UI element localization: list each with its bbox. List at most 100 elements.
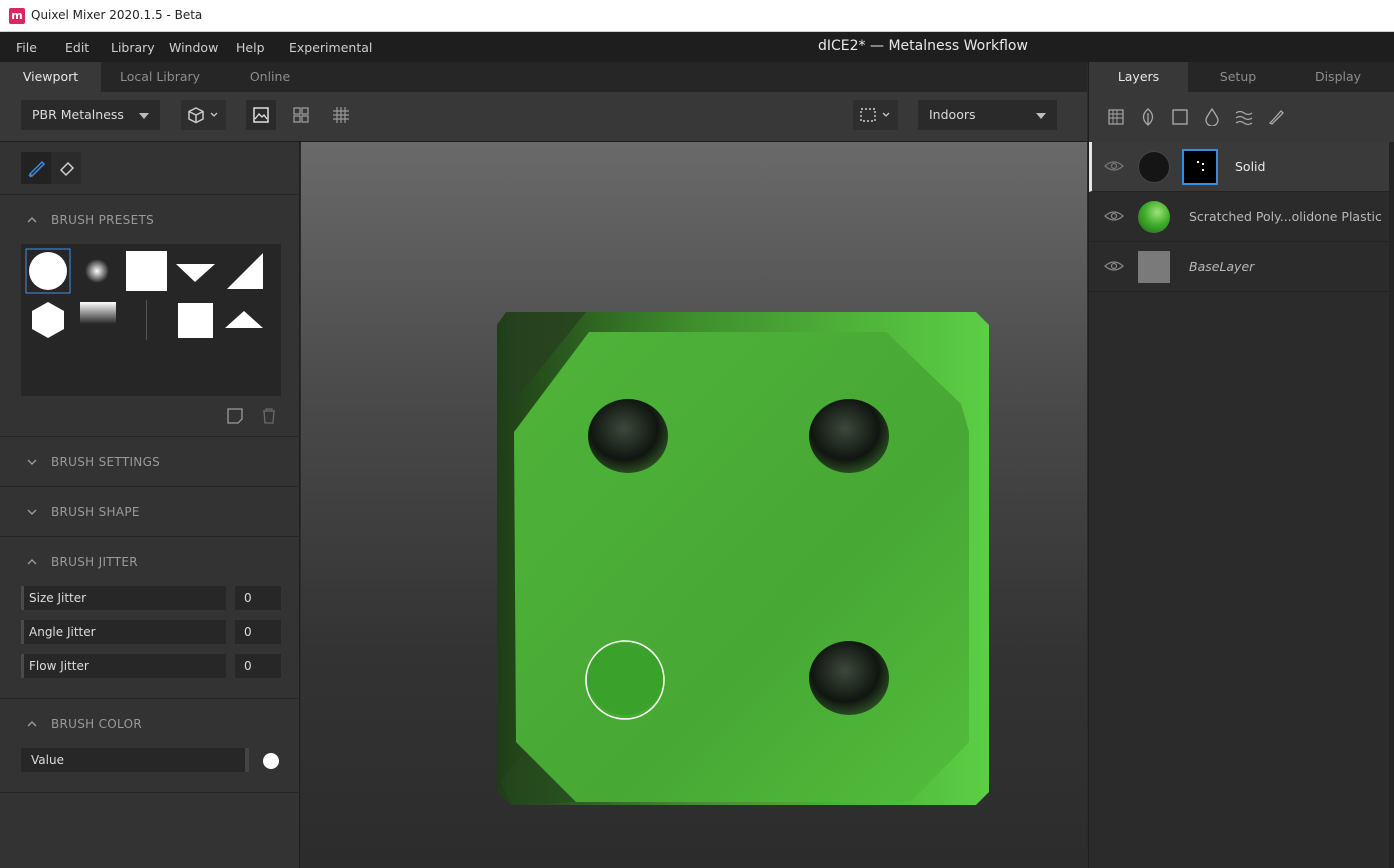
view-split-button[interactable] xyxy=(286,100,316,130)
angle-jitter-slider[interactable]: Angle Jitter xyxy=(21,620,226,644)
menu-bar: File Edit Library Window Help Experiment… xyxy=(0,32,1394,62)
flow-jitter-input[interactable]: 0 xyxy=(235,654,281,678)
menu-file[interactable]: File xyxy=(16,40,37,55)
tab-layers[interactable]: Layers xyxy=(1089,62,1188,92)
new-preset-icon[interactable] xyxy=(226,407,244,425)
menu-edit[interactable]: Edit xyxy=(65,40,89,55)
layer-thumbnail xyxy=(1138,151,1170,183)
brush-presets-grid xyxy=(21,244,281,396)
chevron-down-icon xyxy=(139,113,149,119)
size-jitter-row: Size Jitter 0 xyxy=(21,586,281,610)
main-tabs: Viewport Local Library Online xyxy=(0,62,1087,92)
3d-viewport[interactable] xyxy=(301,142,1087,868)
layer-name: BaseLayer xyxy=(1189,259,1255,274)
eye-icon[interactable] xyxy=(1104,259,1124,273)
selection-mode-button[interactable] xyxy=(853,100,898,130)
brush-preset-triangle-up xyxy=(225,311,263,328)
layer-name: Scratched Poly...olidone Plastic xyxy=(1189,209,1382,224)
layer-name: Solid xyxy=(1235,159,1266,174)
angle-jitter-row: Angle Jitter 0 xyxy=(21,620,281,644)
dice-render xyxy=(497,312,989,805)
viewport-toolbar: PBR Metalness Indoors xyxy=(0,92,1087,142)
environment-dropdown[interactable]: Indoors xyxy=(918,100,1057,130)
brush-settings-header[interactable]: BRUSH SETTINGS xyxy=(0,436,300,486)
window-title: Quixel Mixer 2020.1.5 - Beta xyxy=(31,8,203,22)
mesh-select-button[interactable] xyxy=(181,100,226,130)
pip-bottom-left-painted xyxy=(587,643,663,715)
tab-viewport[interactable]: Viewport xyxy=(0,62,101,92)
grid-four-icon xyxy=(293,107,309,123)
angle-jitter-input[interactable]: 0 xyxy=(235,620,281,644)
size-jitter-slider[interactable]: Size Jitter xyxy=(21,586,226,610)
flow-jitter-slider[interactable]: Flow Jitter xyxy=(21,654,226,678)
layer-toolbar xyxy=(1089,92,1394,142)
tab-local-library[interactable]: Local Library xyxy=(101,62,219,92)
layer-solid[interactable]: Solid xyxy=(1089,142,1389,192)
layer-baselayer[interactable]: BaseLayer xyxy=(1089,242,1389,292)
brush-preset-shapes xyxy=(25,248,263,340)
render-mode-dropdown[interactable]: PBR Metalness xyxy=(21,100,160,130)
paint-layer-icon[interactable] xyxy=(1267,108,1285,126)
layers-panel: Layers Setup Display Solid Scratched Pol… xyxy=(1088,62,1394,868)
grid-toggle-button[interactable] xyxy=(326,100,356,130)
brush-tool-group xyxy=(21,152,81,184)
section-title: BRUSH SETTINGS xyxy=(51,455,161,469)
menu-library[interactable]: Library xyxy=(111,40,155,55)
environment-value: Indoors xyxy=(929,107,976,122)
brush-preset-hexagon xyxy=(32,302,64,338)
menu-experimental[interactable]: Experimental xyxy=(289,40,372,55)
brush-icon xyxy=(28,160,46,178)
right-tabs: Layers Setup Display xyxy=(1089,62,1394,92)
cube-icon xyxy=(188,107,218,124)
window-titlebar: m Quixel Mixer 2020.1.5 - Beta xyxy=(0,0,1394,32)
tab-display[interactable]: Display xyxy=(1288,62,1388,92)
paint-brush-button[interactable] xyxy=(21,152,51,184)
size-jitter-input[interactable]: 0 xyxy=(235,586,281,610)
pip-bottom-right xyxy=(809,641,889,715)
document-title: dICE2* — Metalness Workflow xyxy=(818,38,1028,54)
image-view-icon xyxy=(253,107,269,123)
section-title: BRUSH COLOR xyxy=(51,717,142,731)
section-title: BRUSH SHAPE xyxy=(51,505,140,519)
brush-preset-circle xyxy=(29,252,67,290)
eye-icon[interactable] xyxy=(1104,209,1124,223)
drop-icon[interactable] xyxy=(1203,108,1221,126)
color-value-slider[interactable]: Value xyxy=(21,748,249,772)
brush-jitter-header[interactable]: BRUSH JITTER xyxy=(0,536,300,586)
brush-preset-gradient xyxy=(80,302,116,324)
flow-jitter-row: Flow Jitter 0 xyxy=(21,654,281,678)
menu-window[interactable]: Window xyxy=(169,40,218,55)
tab-online[interactable]: Online xyxy=(220,62,320,92)
solid-layer-icon[interactable] xyxy=(1171,108,1189,126)
brush-presets-header[interactable]: BRUSH PRESETS xyxy=(0,194,300,244)
brush-color-header[interactable]: BRUSH COLOR xyxy=(0,698,300,748)
leaf-icon[interactable] xyxy=(1139,108,1157,126)
trash-icon[interactable] xyxy=(261,407,277,425)
render-mode-value: PBR Metalness xyxy=(32,107,124,122)
brush-preset-wedge xyxy=(227,253,263,289)
layer-mask-thumbnail[interactable] xyxy=(1182,149,1218,185)
marquee-select-icon xyxy=(860,108,890,122)
brush-preset-triangle-down xyxy=(176,264,215,282)
layer-material-thumbnail xyxy=(1138,201,1170,233)
chevron-down-icon xyxy=(1036,113,1046,119)
eraser-icon xyxy=(59,161,75,177)
eye-icon[interactable] xyxy=(1104,159,1124,173)
menu-help[interactable]: Help xyxy=(236,40,265,55)
layers-scrollbar[interactable] xyxy=(1389,142,1394,868)
divider xyxy=(0,792,300,793)
pip-top-left xyxy=(588,399,668,473)
tab-setup[interactable]: Setup xyxy=(1188,62,1288,92)
wave-icon[interactable] xyxy=(1235,108,1253,126)
brush-preset-line xyxy=(146,300,147,340)
layer-scratched-plastic[interactable]: Scratched Poly...olidone Plastic xyxy=(1089,192,1389,242)
eraser-button[interactable] xyxy=(51,152,81,184)
color-swatch[interactable] xyxy=(263,753,279,769)
brush-preset-square-small xyxy=(178,303,213,338)
section-title: BRUSH PRESETS xyxy=(51,213,155,227)
chevron-up-icon xyxy=(27,217,37,223)
brush-shape-header[interactable]: BRUSH SHAPE xyxy=(0,486,300,536)
grid-icon xyxy=(333,107,349,123)
add-layer-icon[interactable] xyxy=(1107,108,1125,126)
view-2d-button[interactable] xyxy=(246,100,276,130)
